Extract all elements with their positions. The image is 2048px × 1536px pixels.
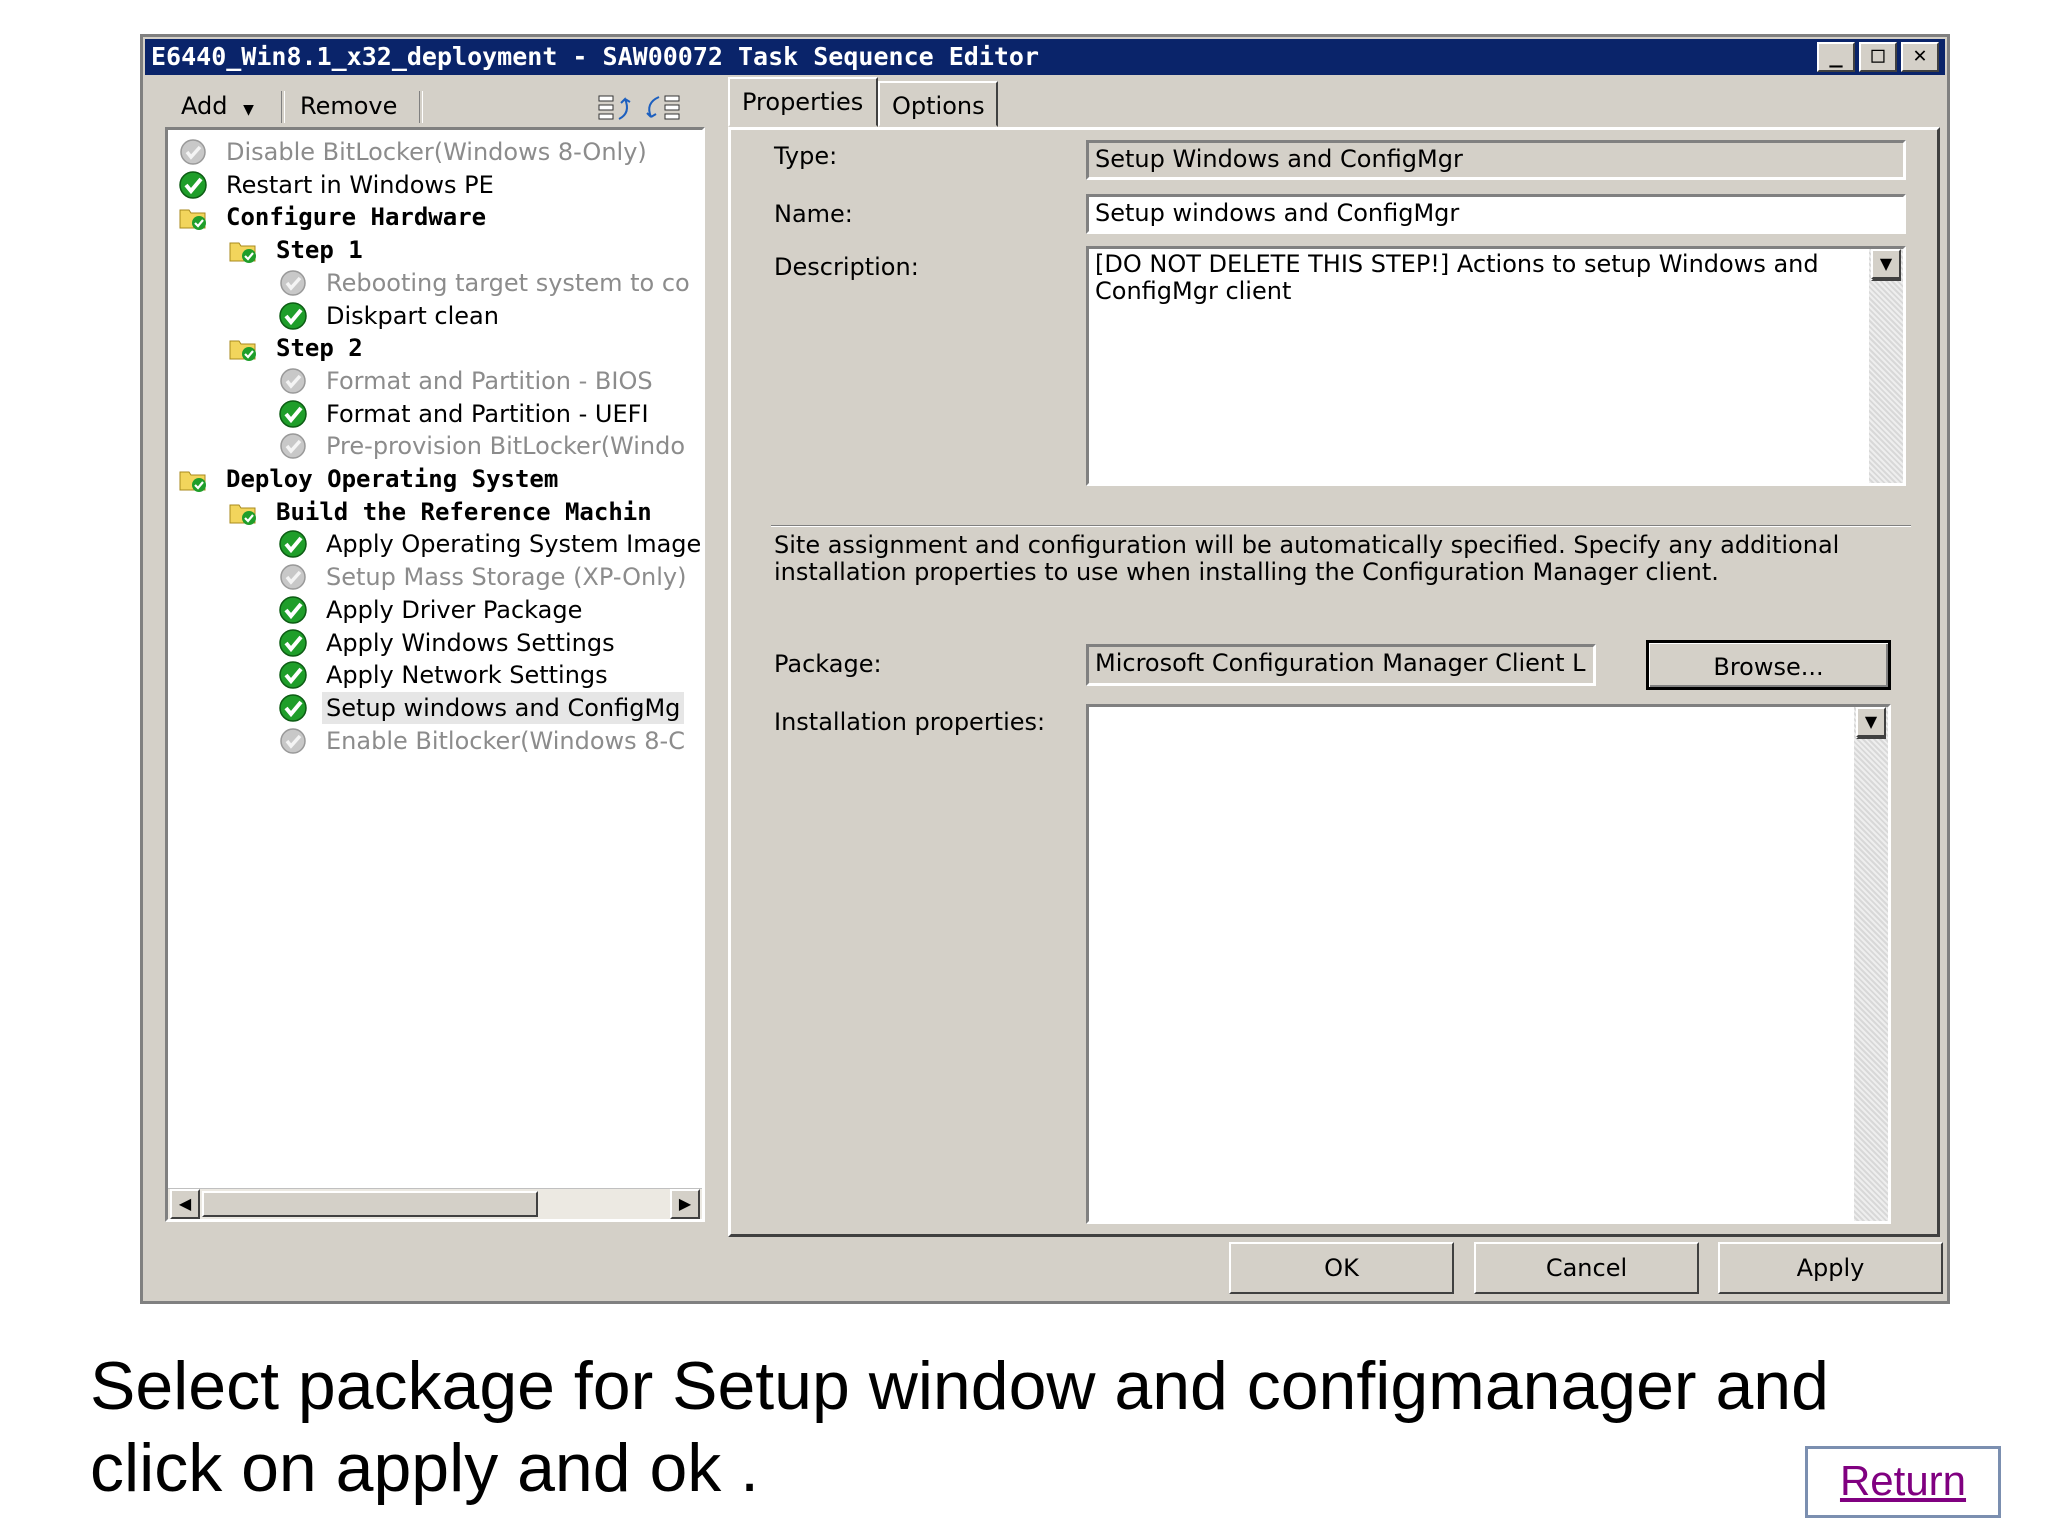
instruction-caption: Select package for Setup window and conf… bbox=[90, 1348, 1829, 1506]
description-scrollbar[interactable]: ▲ ▼ bbox=[1869, 249, 1903, 483]
folder-icon bbox=[228, 235, 258, 265]
disabled-step-icon bbox=[278, 431, 308, 461]
remove-button[interactable]: Remove bbox=[300, 79, 397, 133]
check-icon bbox=[278, 529, 308, 559]
tree-item-label: Step 1 bbox=[276, 236, 363, 265]
tree-item-label: Step 2 bbox=[276, 334, 363, 363]
check-icon bbox=[278, 595, 308, 625]
tab-options[interactable]: Options bbox=[878, 81, 998, 127]
tree-item-label: Rebooting target system to co bbox=[326, 268, 690, 297]
check-icon bbox=[278, 628, 308, 658]
scroll-thumb[interactable] bbox=[202, 1191, 538, 1217]
folder-icon bbox=[178, 202, 208, 232]
check-icon bbox=[278, 399, 308, 429]
tree-item-label: Format and Partition - BIOS bbox=[326, 366, 653, 395]
tree-item-label: Enable Bitlocker(Windows 8-C bbox=[326, 726, 685, 755]
properties-panel: Type: Setup Windows and ConfigMgr Name: … bbox=[728, 127, 1940, 1237]
scroll-left-icon[interactable]: ◀ bbox=[170, 1189, 200, 1219]
disabled-step-icon bbox=[178, 137, 208, 167]
tree-item-label: Apply Network Settings bbox=[326, 661, 608, 690]
description-textarea[interactable]: [DO NOT DELETE THIS STEP!] Actions to se… bbox=[1086, 246, 1906, 486]
installation-properties-scrollbar[interactable]: ▲ ▼ bbox=[1854, 707, 1888, 1221]
name-label: Name: bbox=[774, 200, 853, 228]
tree-item-label: Apply Operating System Image bbox=[326, 530, 702, 559]
scroll-down-icon[interactable]: ▼ bbox=[1856, 707, 1886, 737]
close-button[interactable]: ✕ bbox=[1901, 42, 1939, 72]
check-icon bbox=[178, 170, 208, 200]
tree-horizontal-scrollbar[interactable]: ◀ ▶ bbox=[168, 1188, 702, 1219]
disabled-step-icon bbox=[278, 726, 308, 756]
tab-properties-label: Properties bbox=[742, 88, 864, 116]
tab-options-label: Options bbox=[892, 92, 985, 120]
installation-properties-textarea[interactable]: ▲ ▼ bbox=[1086, 704, 1891, 1224]
window-titlebar[interactable]: E6440_Win8.1_x32_deployment - SAW00072 T… bbox=[145, 39, 1945, 75]
check-icon bbox=[278, 301, 308, 331]
task-sequence-editor-window: E6440_Win8.1_x32_deployment - SAW00072 T… bbox=[140, 34, 1950, 1304]
tree-item-label: Pre-provision BitLocker(Windo bbox=[326, 432, 686, 461]
folder-icon bbox=[228, 333, 258, 363]
minimize-button[interactable]: _ bbox=[1817, 42, 1855, 72]
move-up-icon[interactable] bbox=[597, 93, 635, 123]
tree-item-label: Restart in Windows PE bbox=[226, 170, 494, 199]
description-text: [DO NOT DELETE THIS STEP!] Actions to se… bbox=[1095, 250, 1819, 305]
package-field: Microsoft Configuration Manager Client L bbox=[1086, 644, 1596, 686]
dropdown-arrow-icon: ▼ bbox=[243, 102, 254, 118]
tree-item-label: Setup windows and ConfigMg bbox=[322, 691, 685, 724]
task-sequence-tree[interactable]: Disable BitLocker(Windows 8-Only) Restart… bbox=[165, 127, 705, 1222]
window-title: E6440_Win8.1_x32_deployment - SAW00072 T… bbox=[151, 42, 1040, 71]
move-down-icon[interactable] bbox=[643, 93, 681, 123]
tree-item-label: Format and Partition - UEFI bbox=[326, 399, 649, 428]
add-menu-button[interactable]: Add ▼ bbox=[181, 79, 254, 133]
description-label: Description: bbox=[774, 253, 919, 281]
disabled-step-icon bbox=[278, 268, 308, 298]
maximize-button[interactable]: □ bbox=[1859, 42, 1897, 72]
tree-item-label: Apply Windows Settings bbox=[326, 628, 615, 657]
check-icon bbox=[278, 660, 308, 690]
return-link[interactable]: Return bbox=[1805, 1446, 2001, 1518]
type-field: Setup Windows and ConfigMgr bbox=[1086, 140, 1906, 180]
scroll-down-icon[interactable]: ▼ bbox=[1871, 249, 1901, 279]
tree-item-label: Deploy Operating System bbox=[226, 465, 559, 493]
browse-button[interactable]: Browse... bbox=[1646, 640, 1891, 690]
installation-properties-label: Installation properties: bbox=[774, 708, 1046, 736]
tree-item-label: Apply Driver Package bbox=[326, 595, 583, 624]
toolbar-separator bbox=[281, 91, 285, 123]
package-label: Package: bbox=[774, 650, 882, 678]
tab-properties[interactable]: Properties bbox=[728, 77, 878, 127]
divider bbox=[771, 525, 1911, 527]
toolbar-separator bbox=[419, 91, 423, 123]
disabled-step-icon bbox=[278, 366, 308, 396]
tree-item-label: Build the Reference Machin bbox=[276, 497, 652, 526]
ok-button[interactable]: OK bbox=[1229, 1242, 1454, 1294]
check-icon bbox=[278, 693, 308, 723]
tree-item-label: Diskpart clean bbox=[326, 301, 499, 330]
cancel-button[interactable]: Cancel bbox=[1474, 1242, 1699, 1294]
type-label: Type: bbox=[774, 142, 838, 170]
name-input[interactable]: Setup windows and ConfigMgr bbox=[1086, 194, 1906, 234]
apply-button[interactable]: Apply bbox=[1718, 1242, 1943, 1294]
remove-label: Remove bbox=[300, 92, 398, 120]
tree-item-label: Setup Mass Storage (XP-Only) bbox=[326, 563, 687, 592]
add-label: Add bbox=[181, 92, 228, 120]
folder-icon bbox=[228, 497, 258, 527]
tree-item-label: Configure Hardware bbox=[226, 203, 487, 232]
tree-item-label: Disable BitLocker(Windows 8-Only) bbox=[226, 138, 647, 166]
scroll-right-icon[interactable]: ▶ bbox=[670, 1189, 700, 1219]
info-text: Site assignment and configuration will b… bbox=[774, 531, 1840, 586]
disabled-step-icon bbox=[278, 562, 308, 592]
folder-icon bbox=[178, 464, 208, 494]
